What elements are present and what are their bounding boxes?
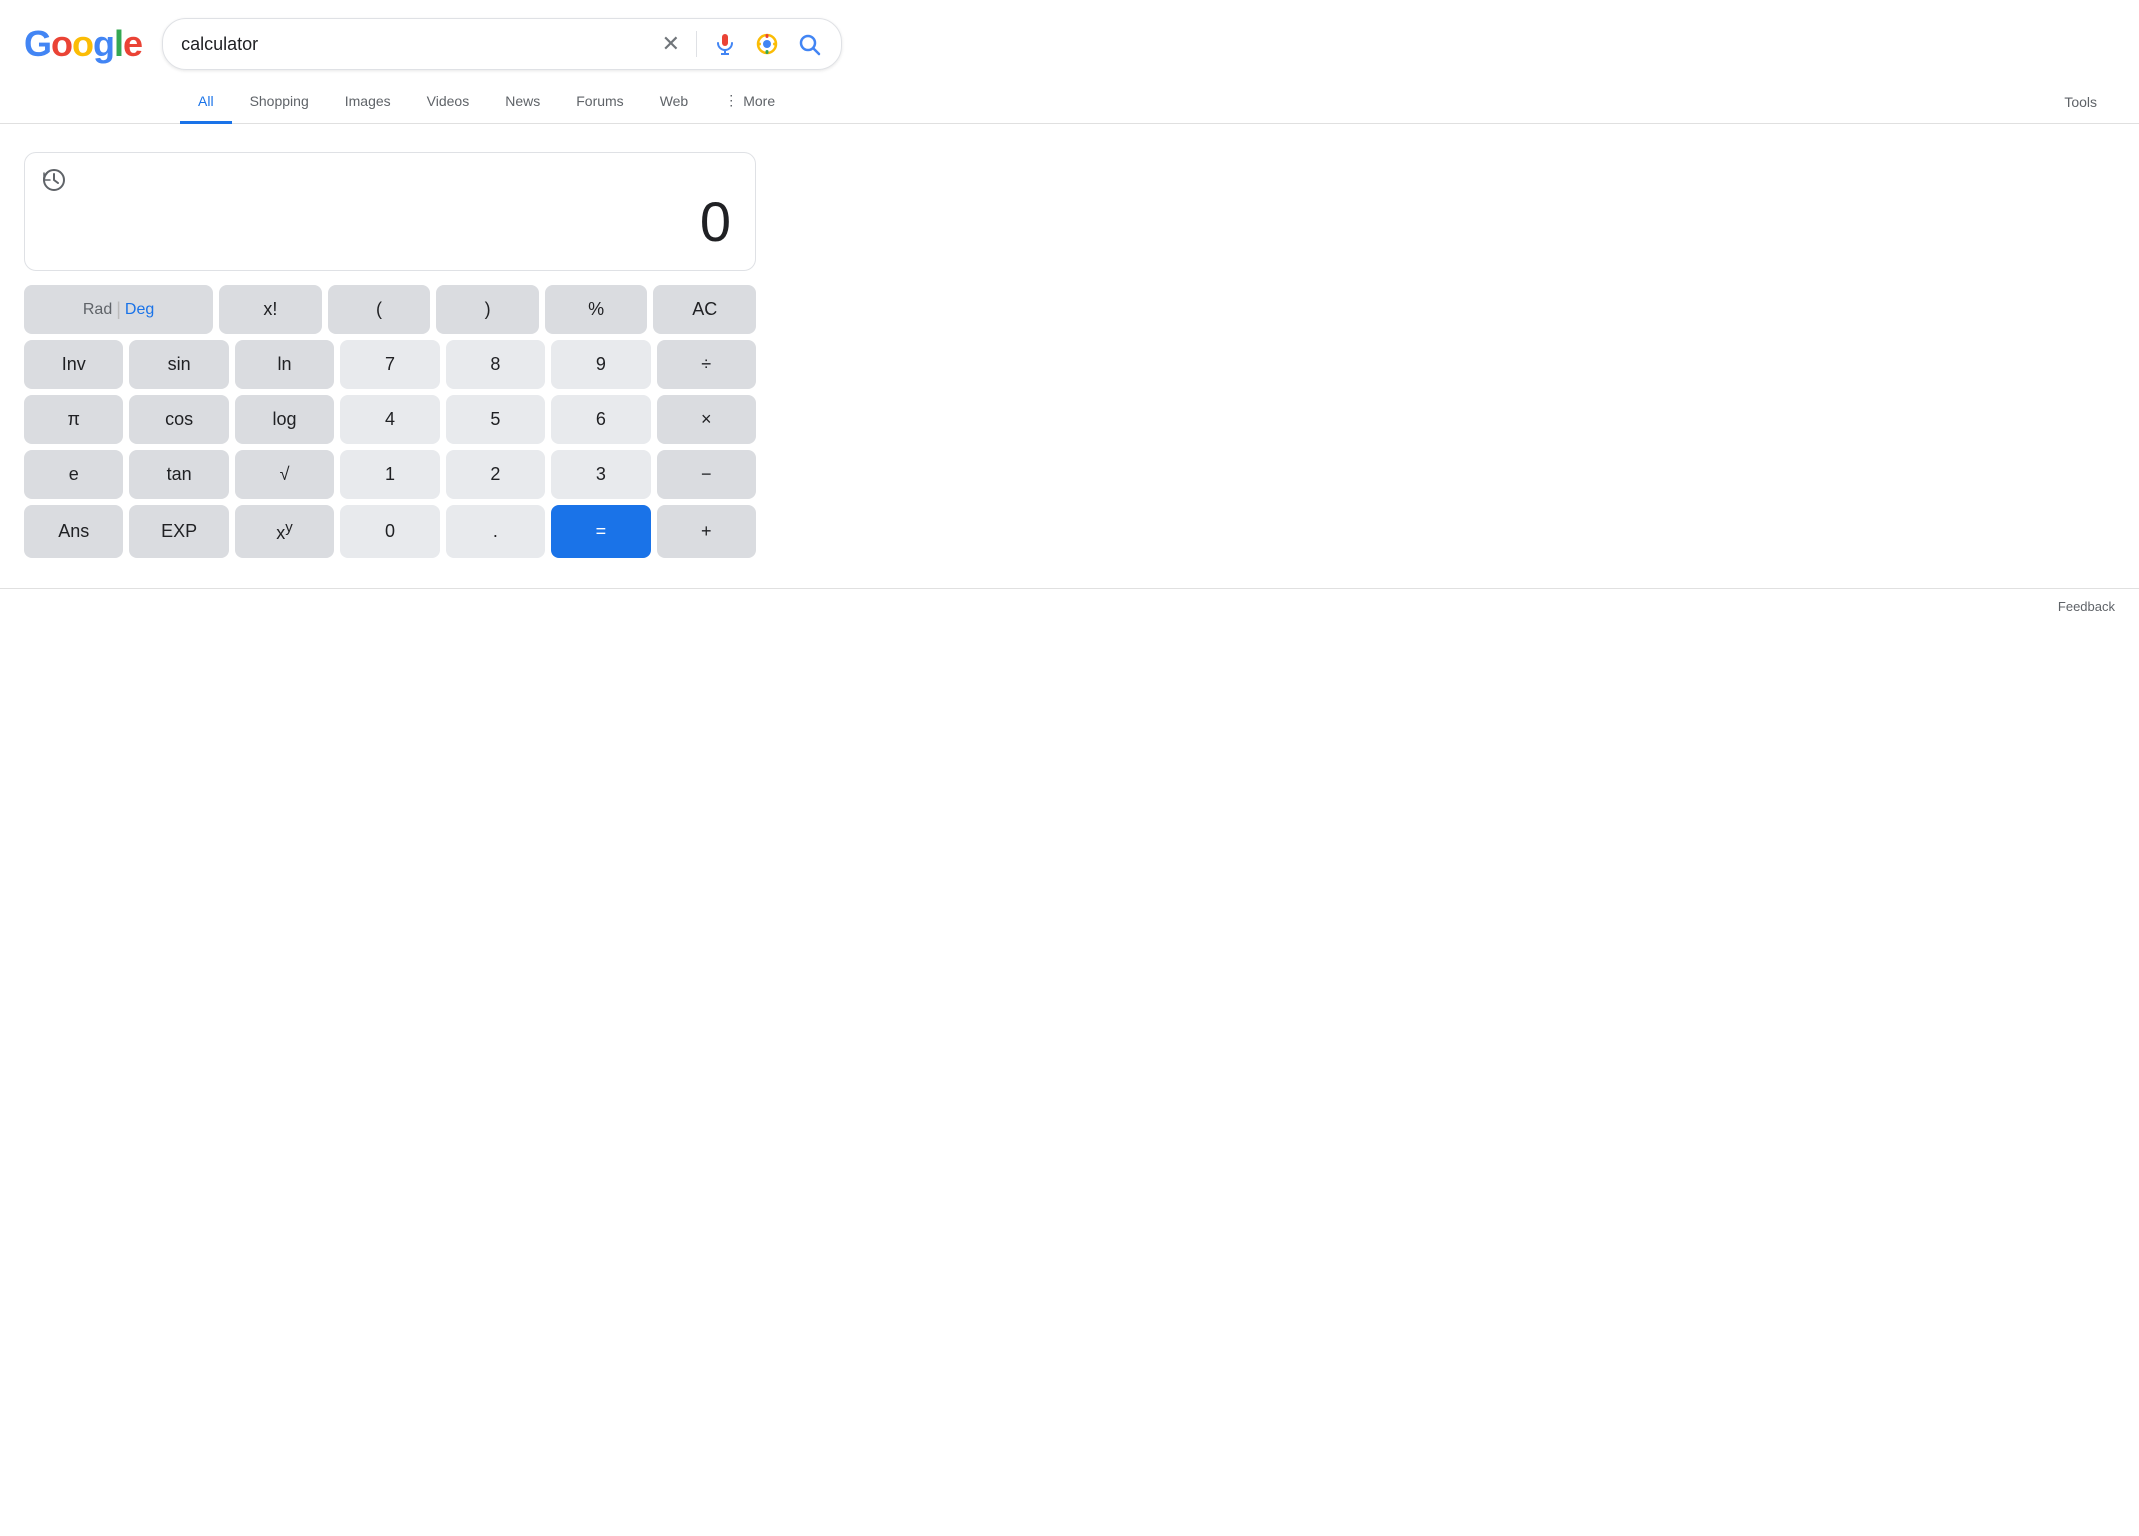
calc-row-5: Ans EXP xy 0 . = + bbox=[24, 505, 756, 558]
multiply-button[interactable]: × bbox=[657, 395, 756, 444]
sqrt-button[interactable]: √ bbox=[235, 450, 334, 499]
two-button[interactable]: 2 bbox=[446, 450, 545, 499]
calc-result: 0 bbox=[49, 169, 731, 254]
equals-button[interactable]: = bbox=[551, 505, 650, 558]
mic-icon bbox=[713, 32, 737, 56]
x-icon: ✕ bbox=[662, 31, 680, 57]
search-button[interactable] bbox=[795, 30, 823, 58]
tools-button[interactable]: Tools bbox=[2046, 82, 2115, 122]
ans-button[interactable]: Ans bbox=[24, 505, 123, 558]
nav-tabs: All Shopping Images Videos News Forums W… bbox=[0, 80, 2139, 124]
tab-more[interactable]: ⋮ More bbox=[706, 80, 793, 124]
close-paren-button[interactable]: ) bbox=[436, 285, 539, 334]
lens-button[interactable] bbox=[753, 30, 781, 58]
tab-shopping[interactable]: Shopping bbox=[232, 81, 327, 124]
cos-button[interactable]: cos bbox=[129, 395, 228, 444]
calc-row-2: Inv sin ln 7 8 9 ÷ bbox=[24, 340, 756, 389]
logo-o1: o bbox=[51, 23, 72, 64]
mic-button[interactable] bbox=[711, 30, 739, 58]
search-icons: ✕ bbox=[660, 29, 823, 59]
subtract-button[interactable]: − bbox=[657, 450, 756, 499]
one-button[interactable]: 1 bbox=[340, 450, 439, 499]
search-bar: ✕ bbox=[162, 18, 842, 70]
search-input[interactable] bbox=[181, 34, 648, 55]
header: Google ✕ bbox=[0, 0, 2139, 70]
search-icon bbox=[797, 32, 821, 56]
ln-button[interactable]: ln bbox=[235, 340, 334, 389]
history-icon[interactable] bbox=[41, 167, 67, 199]
decimal-button[interactable]: . bbox=[446, 505, 545, 558]
zero-button[interactable]: 0 bbox=[340, 505, 439, 558]
tab-web[interactable]: Web bbox=[642, 81, 707, 124]
logo-l: l bbox=[114, 23, 123, 64]
pi-button[interactable]: π bbox=[24, 395, 123, 444]
ac-button[interactable]: AC bbox=[653, 285, 756, 334]
calc-row-3: π cos log 4 5 6 × bbox=[24, 395, 756, 444]
power-button[interactable]: xy bbox=[235, 505, 334, 558]
inv-button[interactable]: Inv bbox=[24, 340, 123, 389]
tab-all[interactable]: All bbox=[180, 81, 232, 124]
rad-deg-toggle[interactable]: Rad | Deg bbox=[24, 285, 213, 334]
sin-button[interactable]: sin bbox=[129, 340, 228, 389]
tan-button[interactable]: tan bbox=[129, 450, 228, 499]
feedback-bar: Feedback bbox=[0, 588, 2139, 624]
six-button[interactable]: 6 bbox=[551, 395, 650, 444]
logo-o2: o bbox=[72, 23, 93, 64]
google-logo: Google bbox=[24, 23, 142, 65]
lens-icon bbox=[755, 32, 779, 56]
add-button[interactable]: + bbox=[657, 505, 756, 558]
calc-buttons: Rad | Deg x! ( ) % AC Inv sin ln 7 8 9 ÷… bbox=[24, 285, 756, 558]
tab-news[interactable]: News bbox=[487, 81, 558, 124]
vertical-divider bbox=[696, 31, 697, 57]
logo-g2: g bbox=[93, 23, 114, 64]
logo-g: G bbox=[24, 23, 51, 64]
feedback-link[interactable]: Feedback bbox=[2058, 599, 2115, 614]
tab-forums[interactable]: Forums bbox=[558, 81, 641, 124]
exp-button[interactable]: EXP bbox=[129, 505, 228, 558]
tab-images[interactable]: Images bbox=[327, 81, 409, 124]
eight-button[interactable]: 8 bbox=[446, 340, 545, 389]
calc-row-1: Rad | Deg x! ( ) % AC bbox=[24, 285, 756, 334]
nine-button[interactable]: 9 bbox=[551, 340, 650, 389]
calculator: 0 Rad | Deg x! ( ) % AC Inv sin ln 7 8 9… bbox=[0, 124, 780, 578]
open-paren-button[interactable]: ( bbox=[328, 285, 431, 334]
rad-deg-divider: | bbox=[116, 299, 121, 320]
factorial-button[interactable]: x! bbox=[219, 285, 322, 334]
percent-button[interactable]: % bbox=[545, 285, 648, 334]
tab-videos[interactable]: Videos bbox=[409, 81, 488, 124]
clear-button[interactable]: ✕ bbox=[660, 29, 682, 59]
divide-button[interactable]: ÷ bbox=[657, 340, 756, 389]
five-button[interactable]: 5 bbox=[446, 395, 545, 444]
calc-row-4: e tan √ 1 2 3 − bbox=[24, 450, 756, 499]
seven-button[interactable]: 7 bbox=[340, 340, 439, 389]
four-button[interactable]: 4 bbox=[340, 395, 439, 444]
log-button[interactable]: log bbox=[235, 395, 334, 444]
deg-label: Deg bbox=[125, 301, 154, 319]
logo-e: e bbox=[123, 23, 142, 64]
three-button[interactable]: 3 bbox=[551, 450, 650, 499]
e-button[interactable]: e bbox=[24, 450, 123, 499]
rad-label: Rad bbox=[83, 301, 112, 319]
calc-display: 0 bbox=[24, 152, 756, 271]
